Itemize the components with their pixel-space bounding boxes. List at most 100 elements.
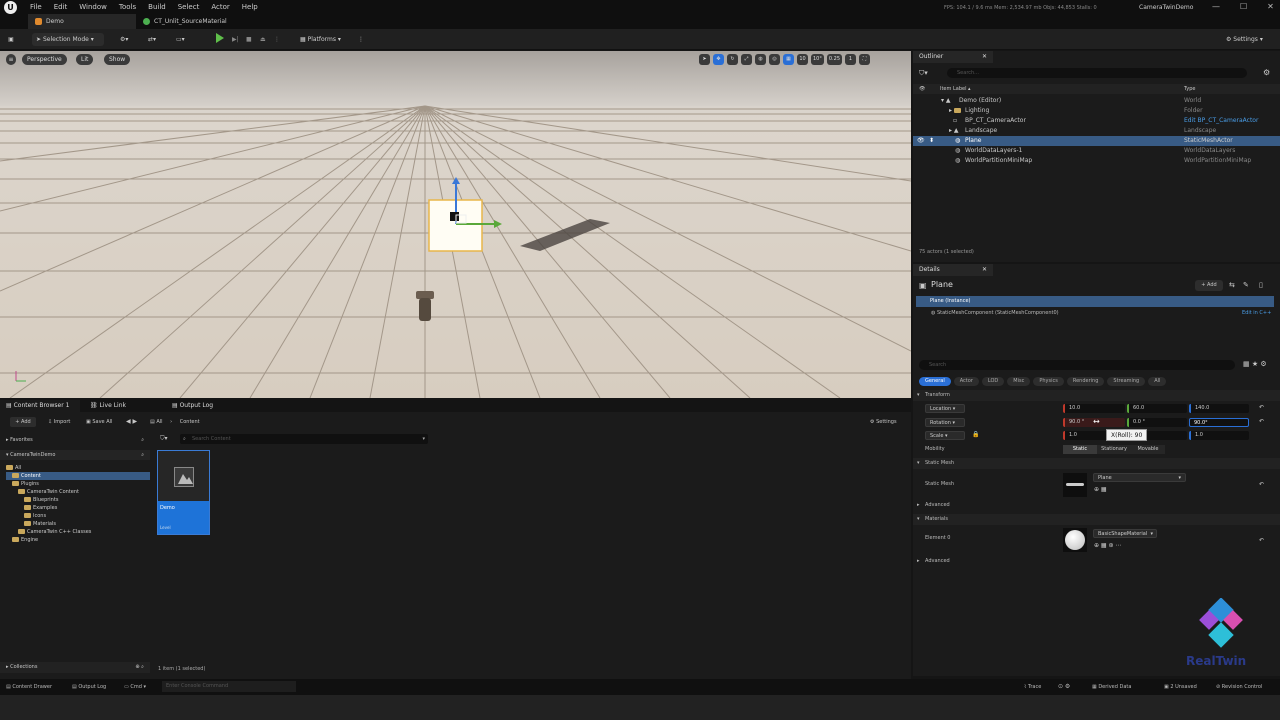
step-button[interactable]: ▶| xyxy=(232,33,242,46)
scale-dropdown[interactable]: Scale ▾ xyxy=(925,431,965,440)
breadcrumb-all[interactable]: All xyxy=(156,419,162,425)
tab-output-log[interactable]: ▤ Output Log xyxy=(166,400,266,412)
category-streaming[interactable]: Streaming xyxy=(1107,377,1146,386)
play-button[interactable] xyxy=(216,33,228,46)
category-lod[interactable]: LOD xyxy=(981,377,1005,386)
tree-item[interactable]: All xyxy=(6,464,150,472)
menu-help[interactable]: Help xyxy=(242,3,258,11)
import-button[interactable]: ⇩ Import xyxy=(48,417,70,427)
search-icon[interactable]: ⌕ xyxy=(141,450,144,460)
options-button[interactable]: ⋮ xyxy=(274,33,284,46)
outliner-search-input[interactable]: Search... xyxy=(947,68,1247,78)
save-icon[interactable]: ▣ xyxy=(6,33,16,46)
unsaved-button[interactable]: ▣ 2 Unsaved xyxy=(1164,684,1197,690)
transform-section[interactable]: ▾ Transform xyxy=(913,390,1280,401)
menu-window[interactable]: Window xyxy=(79,3,107,11)
rotation-y-field[interactable]: 0.0 ° xyxy=(1127,418,1187,427)
tree-item[interactable]: Engine xyxy=(6,536,150,544)
camera-speed-value[interactable]: 1 xyxy=(845,54,857,65)
lock-scale-icon[interactable]: 🔒 xyxy=(972,431,979,438)
tree-item[interactable]: Materials xyxy=(6,520,150,528)
add-collection-icon[interactable]: ⊕ ⌕ xyxy=(135,662,144,673)
trace-button[interactable]: ⌇ Trace xyxy=(1024,684,1041,690)
mobility-movable[interactable]: Movable xyxy=(1131,445,1165,454)
advanced-row[interactable]: ▸ Advanced xyxy=(913,556,1280,567)
mesh-thumbnail[interactable] xyxy=(1063,473,1087,497)
category-misc[interactable]: Misc xyxy=(1007,377,1031,386)
minimize-icon[interactable]: — xyxy=(1212,2,1220,11)
close-icon[interactable]: ✕ xyxy=(1267,2,1274,11)
lock-icon[interactable]: ▯ xyxy=(1259,281,1263,289)
move-tool-icon[interactable]: ✥ xyxy=(713,54,724,65)
component-row[interactable]: ◍ StaticMeshComponent (StaticMeshCompone… xyxy=(931,309,1059,318)
add-component-button[interactable]: + Add xyxy=(1195,280,1223,291)
world-space-icon[interactable]: ◍ xyxy=(755,54,766,65)
mobility-stationary[interactable]: Stationary xyxy=(1097,445,1131,454)
surface-snap-icon[interactable]: ◎ xyxy=(769,54,780,65)
breadcrumb-content[interactable]: Content xyxy=(180,419,200,425)
mobility-static[interactable]: Static xyxy=(1063,445,1097,454)
angle-snap-value[interactable]: 10° xyxy=(811,54,824,65)
snap-icon[interactable]: ⇄▾ xyxy=(148,33,168,46)
category-general[interactable]: General xyxy=(919,377,951,386)
platforms-dropdown[interactable]: ▦ Platforms ▾ xyxy=(300,33,350,46)
location-x-field[interactable]: 10.0 xyxy=(1063,404,1125,413)
settings-button[interactable]: ⚙ Settings xyxy=(870,417,897,427)
record-icons[interactable]: ⊙ ⚙ xyxy=(1058,683,1070,690)
close-tab-icon[interactable]: ✕ xyxy=(982,266,987,273)
history-icons[interactable]: ◀ ▶ xyxy=(126,417,137,427)
tree-item[interactable]: Plugins xyxy=(6,480,150,488)
outliner-row[interactable]: ▸ Lighting Folder xyxy=(913,106,1280,116)
menu-build[interactable]: Build xyxy=(148,3,166,11)
material-dropdown[interactable]: BasicShapeMaterial ▾ xyxy=(1093,529,1157,538)
tree-item-selected[interactable]: Content xyxy=(6,472,150,480)
scale-snap-value[interactable]: 0.25 xyxy=(826,54,843,65)
tab-live-link[interactable]: ⛓ Live Link xyxy=(84,400,170,412)
viewport-menu-button[interactable]: ≡ xyxy=(6,54,16,65)
tab-demo[interactable]: Demo xyxy=(28,14,136,29)
camera-icon[interactable]: ▭▾ xyxy=(176,33,196,46)
content-search-input[interactable]: ⌕ Search Content ▾ xyxy=(180,434,428,444)
tree-item[interactable]: Blueprints xyxy=(6,496,150,504)
menu-actor[interactable]: Actor xyxy=(211,3,229,11)
add-button[interactable]: + Add xyxy=(10,417,36,427)
col-type[interactable]: Type xyxy=(1184,84,1195,94)
location-y-field[interactable]: 60.0 xyxy=(1127,404,1187,413)
category-actor[interactable]: Actor xyxy=(953,377,979,386)
material-thumbnail[interactable] xyxy=(1063,528,1087,552)
actor-name[interactable]: Plane xyxy=(931,280,953,289)
modes-icon[interactable]: ⚙▾ xyxy=(120,33,140,46)
filter-icon[interactable]: ⛉▾ xyxy=(160,435,168,443)
favorites-header[interactable]: ▸ Favorites ⌕ xyxy=(0,435,150,445)
materials-section[interactable]: ▾ Materials xyxy=(913,514,1280,525)
eject-button[interactable]: ⏏ xyxy=(260,33,270,46)
grid-snap-value[interactable]: 10 xyxy=(797,54,808,65)
select-tool-icon[interactable]: ➤ xyxy=(699,54,710,65)
expand-icon[interactable]: ▾ ▲ xyxy=(941,96,951,106)
edit-in-cpp-link[interactable]: Edit in C++ xyxy=(1242,309,1271,318)
selection-mode-dropdown[interactable]: ➤ Selection Mode ▾ xyxy=(32,33,104,46)
console-input[interactable]: Enter Console Command xyxy=(162,681,296,692)
rotation-z-field[interactable]: 90.0° xyxy=(1189,418,1249,427)
filter-icon[interactable]: ⛉▾ xyxy=(919,69,928,78)
menu-file[interactable]: File xyxy=(30,3,42,11)
tab-content-browser[interactable]: ▤ Content Browser 1 xyxy=(0,400,80,412)
reset-icon[interactable]: ↶ xyxy=(1259,481,1264,488)
instance-row[interactable]: Plane (Instance) xyxy=(916,296,1274,307)
unreal-logo-icon[interactable]: U xyxy=(4,1,17,14)
reset-icon[interactable]: ↶ xyxy=(1259,537,1264,544)
scale-tool-icon[interactable]: ⤢ xyxy=(741,54,752,65)
location-z-field[interactable]: 140.0 xyxy=(1189,404,1249,413)
more-icon[interactable]: ⋮ xyxy=(358,33,368,46)
tree-item[interactable]: CameraTwin Content xyxy=(6,488,150,496)
outliner-row[interactable]: ▫ BP_CT_CameraActor Edit BP_CT_CameraAct… xyxy=(913,116,1280,126)
tree-item[interactable]: Icons xyxy=(6,512,150,520)
outliner-row-selected[interactable]: 👁 ⬍ ◍ Plane StaticMeshActor xyxy=(913,136,1280,146)
asset-tile[interactable]: Demo Level xyxy=(157,450,210,535)
details-search-input[interactable]: Search xyxy=(919,360,1235,370)
pin-icon[interactable]: ⬍ xyxy=(929,136,934,146)
visibility-icon[interactable]: 👁 xyxy=(917,136,925,146)
close-tab-icon[interactable]: ✕ xyxy=(982,53,987,60)
settings-icon[interactable]: ⚙ xyxy=(1263,68,1270,77)
category-rendering[interactable]: Rendering xyxy=(1066,377,1105,386)
